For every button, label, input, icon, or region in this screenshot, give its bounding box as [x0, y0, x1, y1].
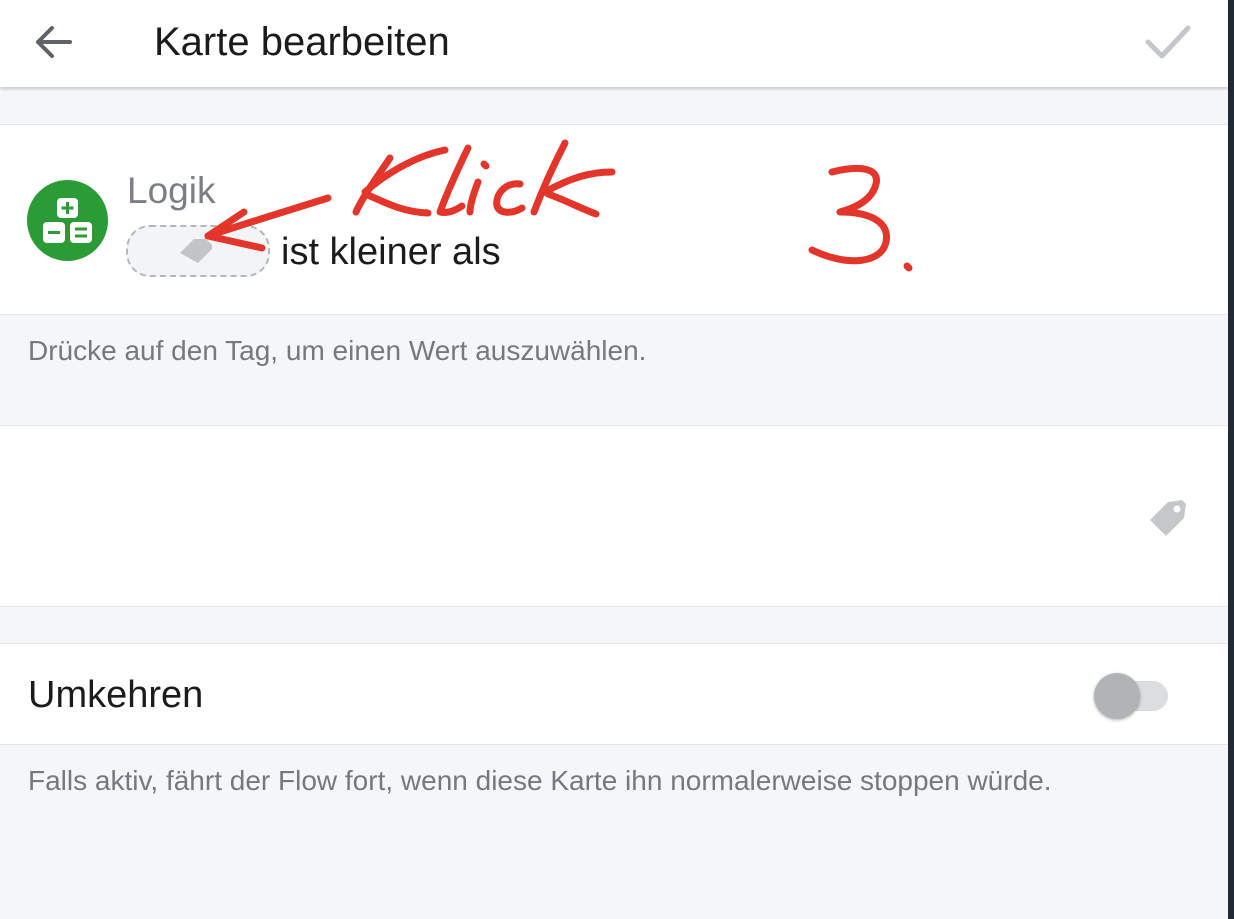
tag-icon: [180, 239, 212, 263]
arrow-left-icon: [36, 26, 72, 58]
invert-setting-row: Umkehren: [0, 643, 1228, 745]
app-bar: Karte bearbeiten: [0, 0, 1228, 87]
toggle-thumb: [1094, 673, 1140, 719]
back-button[interactable]: [26, 18, 82, 66]
card-title-text: ist kleiner als: [281, 231, 501, 273]
tag-icon[interactable]: [1146, 496, 1190, 540]
flow-card: Logik ist kleiner als: [0, 124, 1228, 315]
confirm-button[interactable]: [1140, 18, 1196, 66]
tag-hint-text: Drücke auf den Tag, um einen Wert auszuw…: [28, 335, 647, 366]
invert-label: Umkehren: [28, 674, 204, 716]
window-edge: [1228, 0, 1234, 919]
flow-card-editor: Karte bearbeiten Logik ist kleiner als D…: [0, 0, 1228, 919]
card-owner-name: Logik: [127, 170, 216, 211]
invert-hint-text: Falls aktiv, fährt der Flow fort, wenn d…: [28, 765, 1052, 796]
page-title: Karte bearbeiten: [154, 20, 450, 64]
logic-app-icon: [27, 180, 108, 261]
check-icon: [1145, 25, 1191, 59]
logic-calculator-icon: [43, 198, 92, 243]
invert-toggle[interactable]: [1092, 670, 1172, 720]
value-input-field[interactable]: [0, 425, 1228, 607]
tag-placeholder-button[interactable]: [126, 225, 270, 277]
